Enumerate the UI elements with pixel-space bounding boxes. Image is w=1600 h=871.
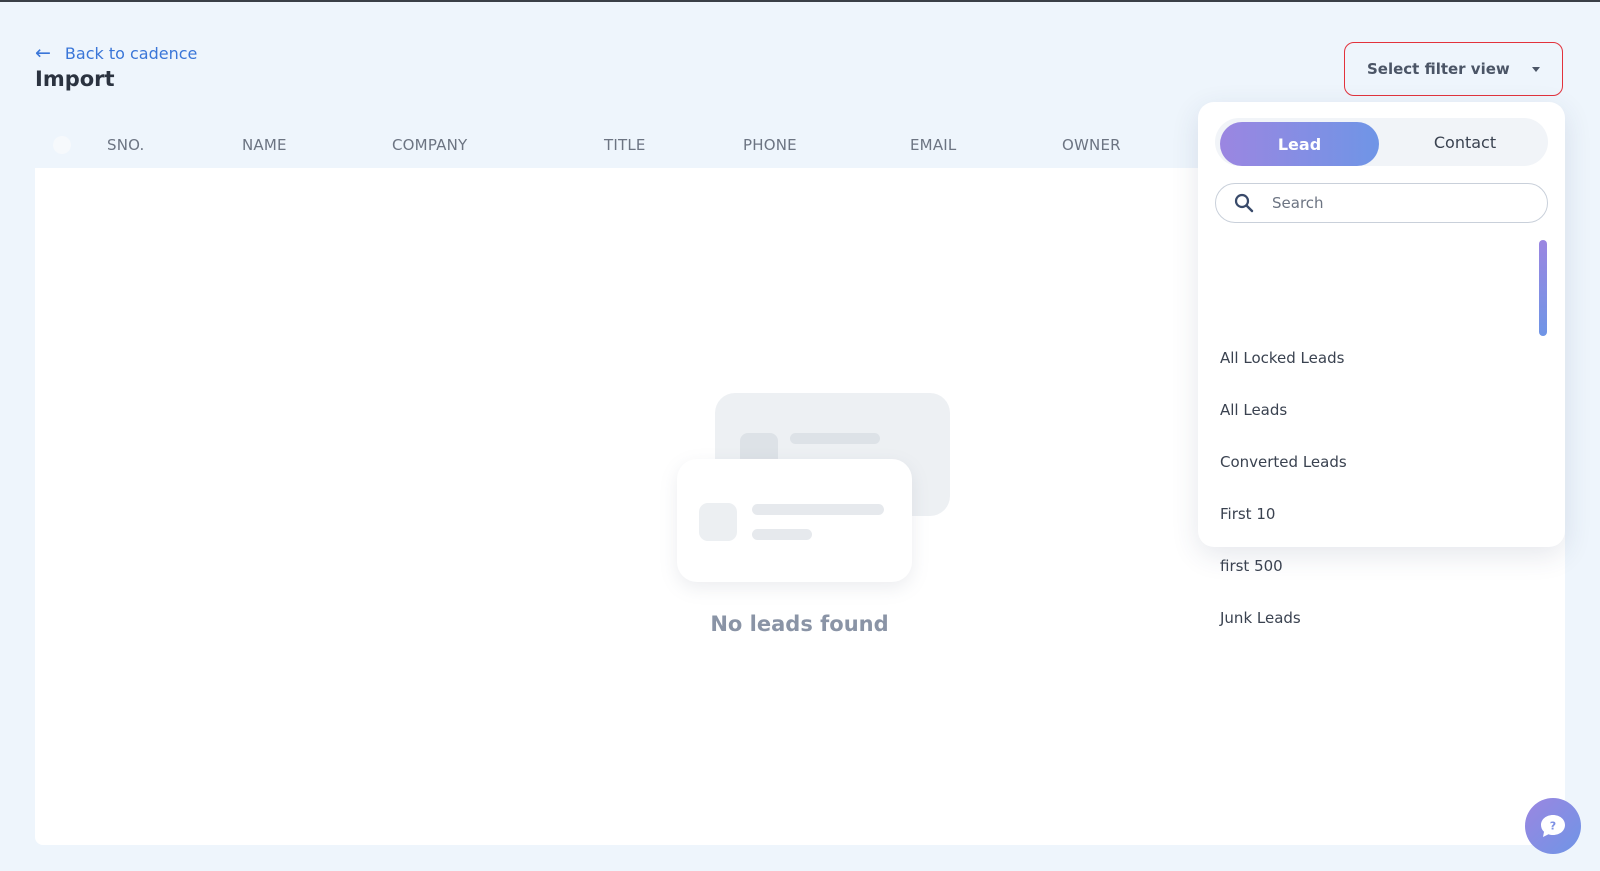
column-header-title: TITLE (604, 136, 646, 154)
column-header-name: NAME (242, 136, 287, 154)
arrow-left-icon: ← (35, 42, 51, 64)
illustration-card-front (677, 459, 912, 582)
filter-option[interactable]: Junk Leads (1220, 609, 1301, 627)
select-all-checkbox[interactable] (53, 136, 71, 154)
dropdown-scrollbar[interactable] (1539, 240, 1547, 336)
column-header-owner: OWNER (1062, 136, 1121, 154)
back-to-cadence-link[interactable]: ← Back to cadence (35, 42, 198, 64)
filter-option[interactable]: All Leads (1220, 401, 1287, 419)
column-header-email: EMAIL (910, 136, 957, 154)
empty-state-illustration (677, 393, 952, 583)
column-header-sno: SNO. (107, 136, 145, 154)
filter-option[interactable]: first 500 (1220, 557, 1283, 575)
filter-option[interactable]: First 10 (1220, 505, 1275, 523)
filter-option[interactable]: All Locked Leads (1220, 349, 1344, 367)
svg-text:?: ? (1550, 820, 1556, 833)
search-box (1215, 183, 1548, 223)
help-chat-button[interactable]: ? (1525, 798, 1581, 854)
filter-dropdown-panel: Lead Contact All Locked Leads All Leads … (1198, 102, 1565, 627)
page-title: Import (35, 67, 115, 91)
caret-down-icon (1532, 66, 1540, 72)
back-link-label: Back to cadence (64, 44, 198, 63)
tab-contact[interactable]: Contact (1385, 118, 1545, 166)
column-header-company: COMPANY (392, 136, 468, 154)
filter-view-select[interactable]: Select filter view (1344, 42, 1563, 96)
table-header: SNO. NAME COMPANY TITLE PHONE EMAIL OWNE… (35, 120, 1209, 168)
filter-option[interactable]: Converted Leads (1220, 453, 1347, 471)
chat-question-icon: ? (1541, 815, 1565, 837)
column-header-phone: PHONE (743, 136, 797, 154)
empty-state-message: No leads found (710, 612, 889, 636)
tab-lead[interactable]: Lead (1220, 122, 1379, 166)
lead-contact-tabs: Lead Contact (1215, 118, 1548, 166)
search-icon (1234, 193, 1254, 213)
search-input[interactable] (1272, 194, 1512, 212)
top-border (0, 0, 1600, 2)
filter-select-label: Select filter view (1367, 60, 1510, 78)
